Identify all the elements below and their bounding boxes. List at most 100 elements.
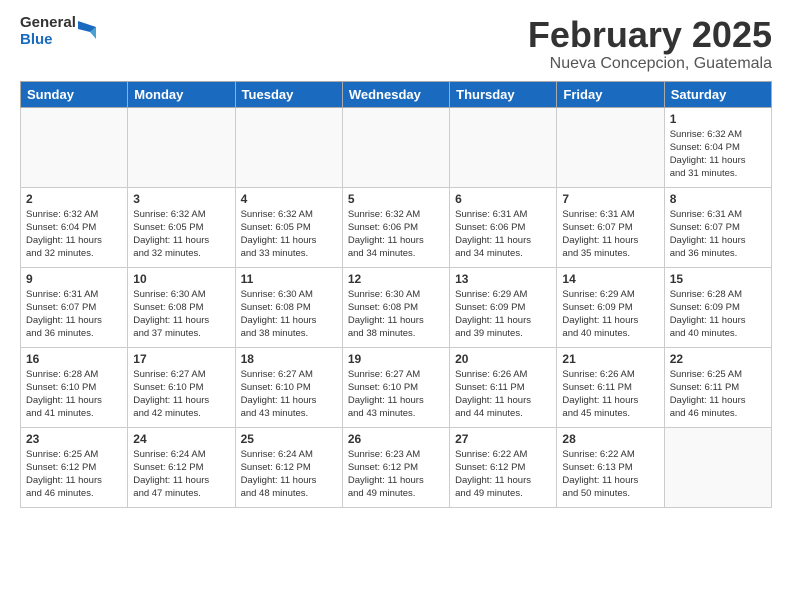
calendar-cell: 28Sunrise: 6:22 AMSunset: 6:13 PMDayligh…	[557, 427, 664, 507]
day-info: Sunrise: 6:31 AMSunset: 6:07 PMDaylight:…	[670, 208, 766, 261]
day-number: 17	[133, 352, 229, 366]
logo-blue: Blue	[20, 32, 76, 49]
weekday-header-row: SundayMondayTuesdayWednesdayThursdayFrid…	[21, 81, 772, 107]
calendar-cell: 1 Sunrise: 6:32 AMSunset: 6:04 PMDaylight…	[664, 107, 771, 187]
day-info: Sunrise: 6:27 AMSunset: 6:10 PMDaylight:…	[348, 368, 444, 421]
calendar-cell: 2 Sunrise: 6:32 AMSunset: 6:04 PMDaylight…	[21, 187, 128, 267]
day-number: 2	[26, 192, 122, 206]
calendar-cell	[342, 107, 449, 187]
day-info: Sunrise: 6:30 AMSunset: 6:08 PMDaylight:…	[348, 288, 444, 341]
day-info: Sunrise: 6:32 AMSunset: 6:05 PMDaylight:…	[241, 208, 337, 261]
day-number: 27	[455, 432, 551, 446]
day-info: Sunrise: 6:30 AMSunset: 6:08 PMDaylight:…	[241, 288, 337, 341]
calendar-cell: 27Sunrise: 6:22 AMSunset: 6:12 PMDayligh…	[450, 427, 557, 507]
day-info: Sunrise: 6:25 AMSunset: 6:11 PMDaylight:…	[670, 368, 766, 421]
calendar-week-row: 2 Sunrise: 6:32 AMSunset: 6:04 PMDaylight…	[21, 187, 772, 267]
header: General Blue February 2025 Nueva Concepc…	[20, 15, 772, 73]
day-info: Sunrise: 6:32 AMSunset: 6:06 PMDaylight:…	[348, 208, 444, 261]
day-info: Sunrise: 6:26 AMSunset: 6:11 PMDaylight:…	[455, 368, 551, 421]
calendar-cell: 11 Sunrise: 6:30 AMSunset: 6:08 PMDayligh…	[235, 267, 342, 347]
day-number: 16	[26, 352, 122, 366]
day-info: Sunrise: 6:29 AMSunset: 6:09 PMDaylight:…	[455, 288, 551, 341]
calendar-cell: 12Sunrise: 6:30 AMSunset: 6:08 PMDayligh…	[342, 267, 449, 347]
weekday-header: Saturday	[664, 81, 771, 107]
day-info: Sunrise: 6:32 AMSunset: 6:04 PMDaylight:…	[26, 208, 122, 261]
day-number: 22	[670, 352, 766, 366]
calendar-cell: 16 Sunrise: 6:28 AMSunset: 6:10 PMDayligh…	[21, 347, 128, 427]
day-number: 9	[26, 272, 122, 286]
calendar-subtitle: Nueva Concepcion, Guatemala	[528, 55, 772, 73]
day-number: 5	[348, 192, 444, 206]
logo-general: General	[20, 15, 76, 32]
day-info: Sunrise: 6:31 AMSunset: 6:07 PMDaylight:…	[562, 208, 658, 261]
day-number: 11	[241, 272, 337, 286]
day-info: Sunrise: 6:31 AMSunset: 6:06 PMDaylight:…	[455, 208, 551, 261]
calendar-cell: 18 Sunrise: 6:27 AMSunset: 6:10 PMDayligh…	[235, 347, 342, 427]
calendar-cell: 14Sunrise: 6:29 AMSunset: 6:09 PMDayligh…	[557, 267, 664, 347]
day-number: 24	[133, 432, 229, 446]
calendar-cell: 17 Sunrise: 6:27 AMSunset: 6:10 PMDayligh…	[128, 347, 235, 427]
calendar-cell	[450, 107, 557, 187]
calendar-cell: 7 Sunrise: 6:31 AMSunset: 6:07 PMDaylight…	[557, 187, 664, 267]
title-area: February 2025 Nueva Concepcion, Guatemal…	[528, 15, 772, 73]
calendar-cell: 5 Sunrise: 6:32 AMSunset: 6:06 PMDaylight…	[342, 187, 449, 267]
day-info: Sunrise: 6:30 AMSunset: 6:08 PMDaylight:…	[133, 288, 229, 341]
calendar-week-row: 16 Sunrise: 6:28 AMSunset: 6:10 PMDayligh…	[21, 347, 772, 427]
day-number: 15	[670, 272, 766, 286]
day-number: 13	[455, 272, 551, 286]
day-number: 8	[670, 192, 766, 206]
day-number: 18	[241, 352, 337, 366]
day-number: 14	[562, 272, 658, 286]
calendar-week-row: 23 Sunrise: 6:25 AMSunset: 6:12 PMDayligh…	[21, 427, 772, 507]
calendar-cell	[235, 107, 342, 187]
day-number: 7	[562, 192, 658, 206]
calendar-cell: 26Sunrise: 6:23 AMSunset: 6:12 PMDayligh…	[342, 427, 449, 507]
day-info: Sunrise: 6:27 AMSunset: 6:10 PMDaylight:…	[241, 368, 337, 421]
day-number: 19	[348, 352, 444, 366]
weekday-header: Monday	[128, 81, 235, 107]
calendar-cell: 6 Sunrise: 6:31 AMSunset: 6:06 PMDaylight…	[450, 187, 557, 267]
calendar-cell: 24 Sunrise: 6:24 AMSunset: 6:12 PMDayligh…	[128, 427, 235, 507]
day-number: 23	[26, 432, 122, 446]
day-number: 10	[133, 272, 229, 286]
day-number: 6	[455, 192, 551, 206]
calendar-cell: 8 Sunrise: 6:31 AMSunset: 6:07 PMDaylight…	[664, 187, 771, 267]
calendar-cell: 22 Sunrise: 6:25 AMSunset: 6:11 PMDayligh…	[664, 347, 771, 427]
day-info: Sunrise: 6:23 AMSunset: 6:12 PMDaylight:…	[348, 448, 444, 501]
calendar-table: SundayMondayTuesdayWednesdayThursdayFrid…	[20, 81, 772, 508]
calendar-title: February 2025	[528, 15, 772, 55]
day-number: 1	[670, 112, 766, 126]
calendar-cell: 9 Sunrise: 6:31 AMSunset: 6:07 PMDaylight…	[21, 267, 128, 347]
day-info: Sunrise: 6:28 AMSunset: 6:09 PMDaylight:…	[670, 288, 766, 341]
day-info: Sunrise: 6:24 AMSunset: 6:12 PMDaylight:…	[241, 448, 337, 501]
page: General Blue February 2025 Nueva Concepc…	[0, 0, 792, 612]
calendar-cell	[664, 427, 771, 507]
weekday-header: Thursday	[450, 81, 557, 107]
logo-bird-icon	[78, 21, 96, 43]
day-info: Sunrise: 6:26 AMSunset: 6:11 PMDaylight:…	[562, 368, 658, 421]
day-info: Sunrise: 6:32 AMSunset: 6:04 PMDaylight:…	[670, 128, 766, 181]
day-number: 21	[562, 352, 658, 366]
calendar-cell	[128, 107, 235, 187]
calendar-cell: 10 Sunrise: 6:30 AMSunset: 6:08 PMDayligh…	[128, 267, 235, 347]
day-number: 28	[562, 432, 658, 446]
day-info: Sunrise: 6:24 AMSunset: 6:12 PMDaylight:…	[133, 448, 229, 501]
calendar-cell: 20 Sunrise: 6:26 AMSunset: 6:11 PMDayligh…	[450, 347, 557, 427]
day-info: Sunrise: 6:28 AMSunset: 6:10 PMDaylight:…	[26, 368, 122, 421]
calendar-cell: 3Sunrise: 6:32 AMSunset: 6:05 PMDaylight…	[128, 187, 235, 267]
weekday-header: Friday	[557, 81, 664, 107]
calendar-cell: 13 Sunrise: 6:29 AMSunset: 6:09 PMDayligh…	[450, 267, 557, 347]
day-info: Sunrise: 6:31 AMSunset: 6:07 PMDaylight:…	[26, 288, 122, 341]
day-number: 20	[455, 352, 551, 366]
day-number: 25	[241, 432, 337, 446]
calendar-cell: 19 Sunrise: 6:27 AMSunset: 6:10 PMDayligh…	[342, 347, 449, 427]
day-info: Sunrise: 6:27 AMSunset: 6:10 PMDaylight:…	[133, 368, 229, 421]
weekday-header: Tuesday	[235, 81, 342, 107]
calendar-week-row: 1 Sunrise: 6:32 AMSunset: 6:04 PMDaylight…	[21, 107, 772, 187]
logo: General Blue	[20, 15, 96, 48]
calendar-cell: 25 Sunrise: 6:24 AMSunset: 6:12 PMDayligh…	[235, 427, 342, 507]
calendar-week-row: 9 Sunrise: 6:31 AMSunset: 6:07 PMDaylight…	[21, 267, 772, 347]
day-info: Sunrise: 6:25 AMSunset: 6:12 PMDaylight:…	[26, 448, 122, 501]
weekday-header: Wednesday	[342, 81, 449, 107]
calendar-cell	[557, 107, 664, 187]
